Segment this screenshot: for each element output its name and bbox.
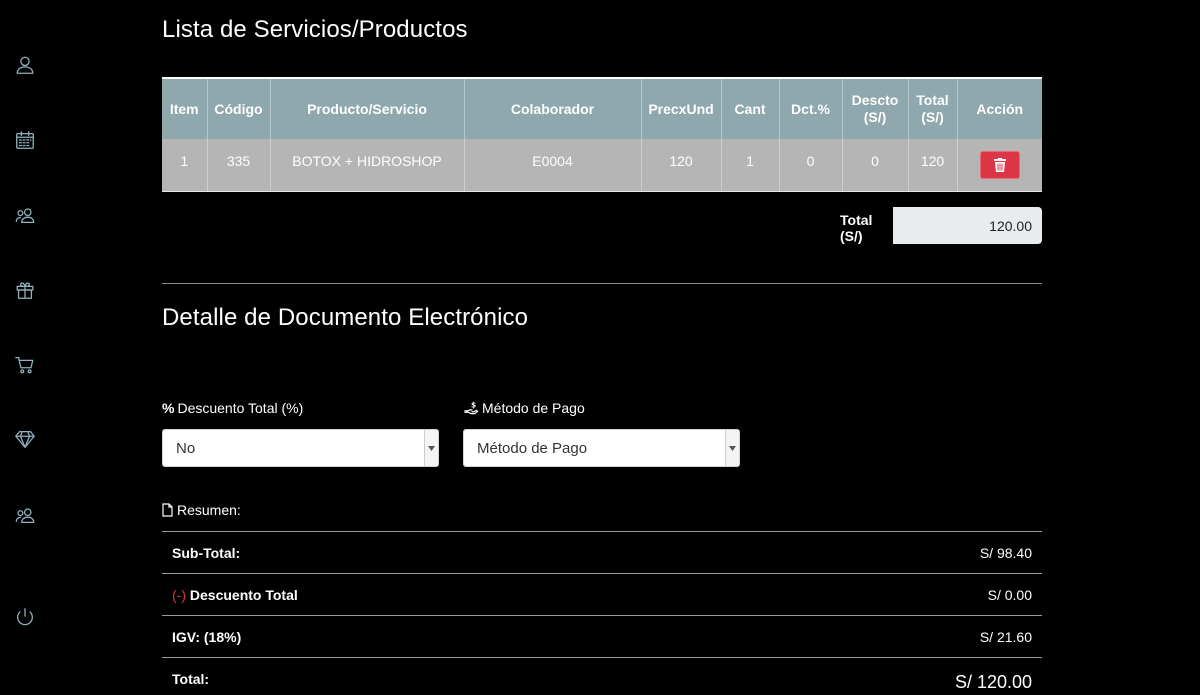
payment-field-label: $ Método de Pago [463,400,585,416]
file-icon [162,503,173,517]
cart-icon[interactable] [13,353,37,377]
igv-label: IGV: (18%) [172,628,242,645]
payment-method-select[interactable]: Método de Pago [463,429,740,467]
trash-icon [993,158,1006,172]
col-code: Código [207,77,271,139]
col-discount-line2: (S/) [863,109,887,125]
cell-unit-price: 120 [641,139,722,192]
discount-value: S/ 0.00 [987,586,1032,603]
percent-icon: % [162,400,175,416]
cell-total: 120 [908,139,958,192]
grand-total-row: Total: S/ 120.00 [162,657,1042,695]
col-total: Total (S/) [908,77,958,139]
discount-field-label: % Descuento Total (%) [162,400,303,416]
gift-icon[interactable] [13,278,37,302]
hand-money-icon: $ [464,401,479,414]
products-total-value: 120.00 [893,207,1042,244]
subtotal-value: S/ 98.40 [979,544,1032,561]
power-icon[interactable] [13,605,37,629]
products-total: Total (S/) 120.00 [840,207,1042,245]
cell-qty: 1 [721,139,780,192]
col-product: Producto/Servicio [270,77,465,139]
col-collaborator: Colaborador [464,77,642,139]
col-unit-price: PrecxUnd [641,77,722,139]
cell-item: 1 [162,139,208,192]
diamond-icon[interactable] [13,427,37,451]
igv-row: IGV: (18%) S/ 21.60 [162,615,1042,657]
igv-value: S/ 21.60 [979,628,1032,645]
cell-code: 335 [207,139,271,192]
team-icon[interactable] [13,503,37,527]
discount-row-label: (-) Descuento Total [172,587,298,603]
grand-total-label: Total: [172,670,210,687]
svg-text:$: $ [471,401,476,410]
col-discount-pct: Dct.% [779,77,843,139]
payment-label-text: Método de Pago [482,400,585,416]
main-content: Lista de Servicios/Productos Item Código… [162,0,1042,695]
discount-row: (-) Descuento Total S/ 0.00 [162,573,1042,615]
subtotal-label: Sub-Total: [172,544,241,561]
products-total-label: Total (S/) [840,212,873,244]
discount-row-text: Descuento Total [189,586,298,603]
col-discount: Descto (S/) [842,77,909,139]
user-icon[interactable] [13,53,37,77]
cell-product: BOTOX + HIDROSHOP [270,139,465,192]
grand-total-value: S/ 120.00 [954,672,1032,692]
payment-select-value: Método de Pago [477,440,588,457]
cell-discount-pct: 0 [779,139,843,192]
col-total-line1: Total [916,92,949,108]
discount-select-value: No [176,440,196,457]
calendar-icon[interactable] [13,128,37,152]
subtotal-row: Sub-Total: S/ 98.40 [162,531,1042,573]
chevron-down-icon [424,430,438,466]
summary-label-text: Resumen: [177,502,241,518]
col-qty: Cant [721,77,780,139]
clients-icon[interactable] [13,203,37,227]
table-row: 1 335 BOTOX + HIDROSHOP E0004 120 1 0 0 … [162,139,1042,192]
delete-button[interactable] [979,151,1020,179]
col-total-line2: (S/) [921,109,944,125]
summary-table: Sub-Total: S/ 98.40 (-) Descuento Total … [162,531,1042,695]
discount-select[interactable]: No [162,429,439,467]
sidebar [0,0,52,695]
section-divider [162,283,1042,284]
col-action: Acción [957,77,1042,139]
discount-label-text: Descuento Total (%) [177,400,304,416]
cell-collaborator: E0004 [464,139,642,192]
discount-prefix: (-) [172,586,186,603]
col-item: Item [162,77,208,139]
cell-discount: 0 [842,139,909,192]
table-header-row: Item Código Producto/Servicio Colaborado… [162,77,1042,139]
cell-action [957,139,1042,192]
col-discount-line1: Descto [851,92,899,108]
chevron-down-icon [725,430,739,466]
products-table: Item Código Producto/Servicio Colaborado… [162,77,1042,192]
products-title: Lista de Servicios/Productos [162,16,468,43]
document-title: Detalle de Documento Electrónico [162,304,529,331]
summary-label: Resumen: [162,502,241,518]
